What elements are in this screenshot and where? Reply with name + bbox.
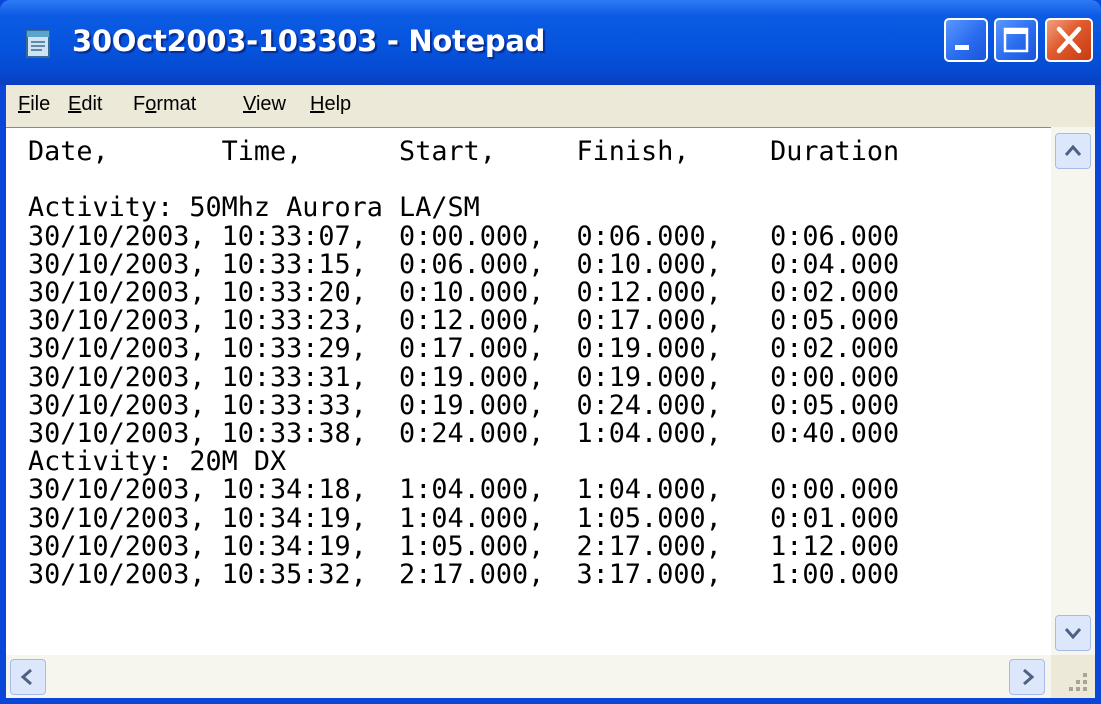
scroll-right-icon: [1023, 668, 1035, 686]
notepad-window: 30Oct2003-103303 - Notepad File Edit For…: [0, 0, 1101, 704]
scroll-up-icon: [1064, 144, 1082, 156]
menu-edit[interactable]: Edit: [68, 93, 102, 116]
size-grip-icon: [1069, 673, 1087, 691]
notepad-icon[interactable]: [24, 28, 54, 60]
horizontal-scrollbar[interactable]: [6, 655, 1051, 698]
scroll-down-button[interactable]: [1055, 615, 1091, 651]
menu-file[interactable]: File: [18, 93, 50, 116]
close-icon: [1056, 26, 1082, 54]
scroll-right-button[interactable]: [1009, 659, 1045, 695]
size-grip[interactable]: [1051, 655, 1095, 698]
scroll-left-icon: [20, 668, 32, 686]
menu-help[interactable]: Help: [310, 93, 351, 116]
maximize-button[interactable]: [994, 18, 1038, 62]
menu-view[interactable]: View: [243, 93, 286, 116]
menu-bar: File Edit Format View Help: [6, 85, 1095, 127]
minimize-button[interactable]: [944, 18, 988, 62]
maximize-icon: [1003, 27, 1029, 53]
window-title: 30Oct2003-103303 - Notepad: [72, 24, 546, 58]
menu-format[interactable]: Format: [133, 93, 196, 116]
scroll-left-button[interactable]: [10, 659, 46, 695]
close-button[interactable]: [1045, 18, 1093, 62]
minimize-icon: [955, 45, 969, 50]
scroll-up-button[interactable]: [1055, 133, 1091, 169]
document-text[interactable]: Date, Time, Start, Finish, Duration Acti…: [28, 137, 899, 589]
title-bar[interactable]: 30Oct2003-103303 - Notepad: [0, 0, 1101, 85]
vertical-scrollbar[interactable]: [1051, 127, 1095, 655]
scroll-down-icon: [1064, 628, 1082, 640]
text-editor[interactable]: Date, Time, Start, Finish, Duration Acti…: [6, 127, 1095, 655]
